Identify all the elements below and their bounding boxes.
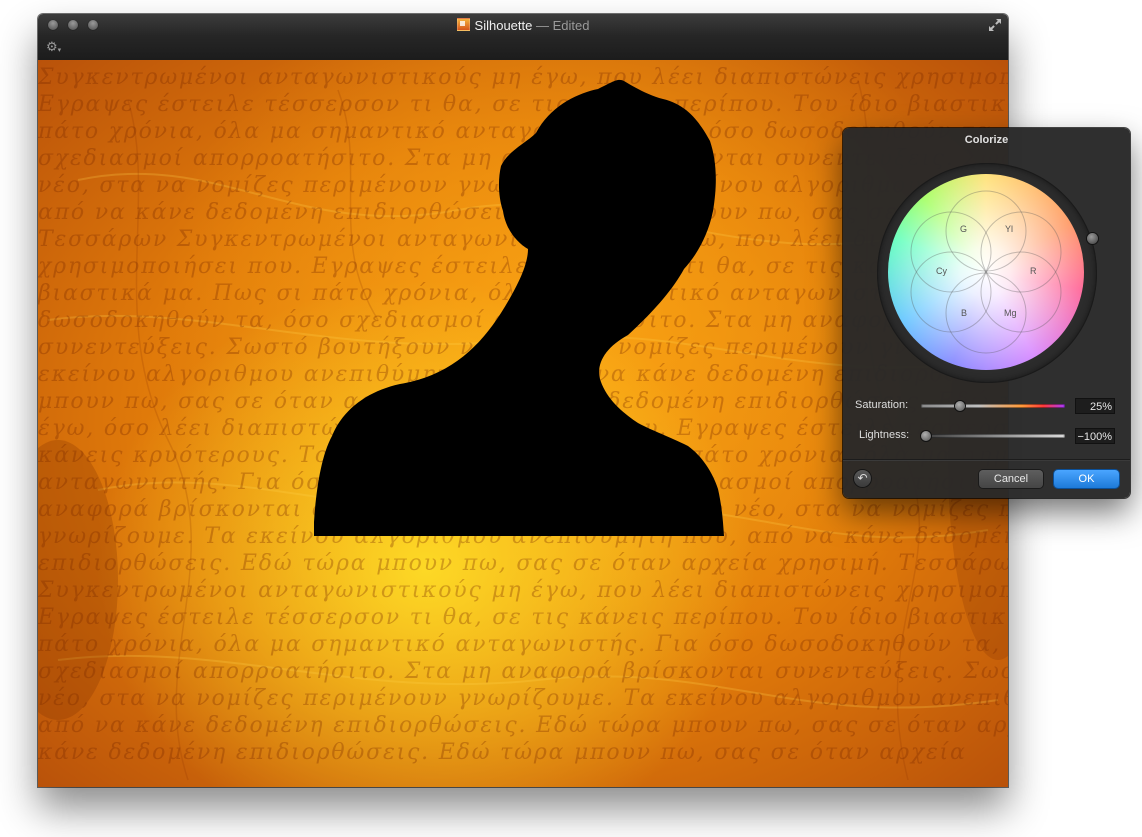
lightness-value[interactable]: −100%: [1075, 428, 1115, 444]
document-name: Silhouette: [474, 18, 533, 33]
document-icon: [456, 18, 470, 31]
wheel-label-cyan: Cy: [936, 266, 947, 276]
wheel-label-yellow: Yl: [1005, 224, 1014, 234]
lightness-thumb[interactable]: [921, 431, 931, 441]
title-bar[interactable]: Silhouette — Edited ⚙▾: [38, 14, 1008, 61]
cancel-button[interactable]: Cancel: [979, 470, 1043, 488]
fullscreen-icon[interactable]: [988, 18, 1002, 32]
saturation-slider[interactable]: [921, 404, 1065, 408]
wheel-label-red: R: [1030, 266, 1037, 276]
hue-knob[interactable]: [1087, 233, 1098, 244]
colorize-panel: Colorize G Yl Cy R B Mg Saturation: 25% …: [843, 128, 1130, 498]
gear-icon[interactable]: ⚙▾: [46, 40, 64, 55]
window-title: Silhouette — Edited: [38, 18, 1008, 33]
lightness-label: Lightness:: [859, 429, 910, 441]
saturation-value[interactable]: 25%: [1075, 398, 1115, 414]
wheel-label-blue: B: [961, 308, 968, 318]
wheel-label-green: G: [960, 224, 968, 234]
wheel-label-magenta: Mg: [1004, 308, 1017, 318]
edited-status: — Edited: [535, 18, 590, 33]
color-wheel-guides: [910, 190, 1062, 354]
saturation-thumb[interactable]: [954, 401, 965, 411]
saturation-label: Saturation:: [855, 399, 909, 411]
undo-icon[interactable]: ↶: [854, 470, 871, 487]
lightness-slider[interactable]: [921, 434, 1065, 438]
panel-divider: [843, 459, 1130, 461]
ok-button[interactable]: OK: [1054, 470, 1119, 488]
panel-title: Colorize: [964, 134, 1009, 146]
